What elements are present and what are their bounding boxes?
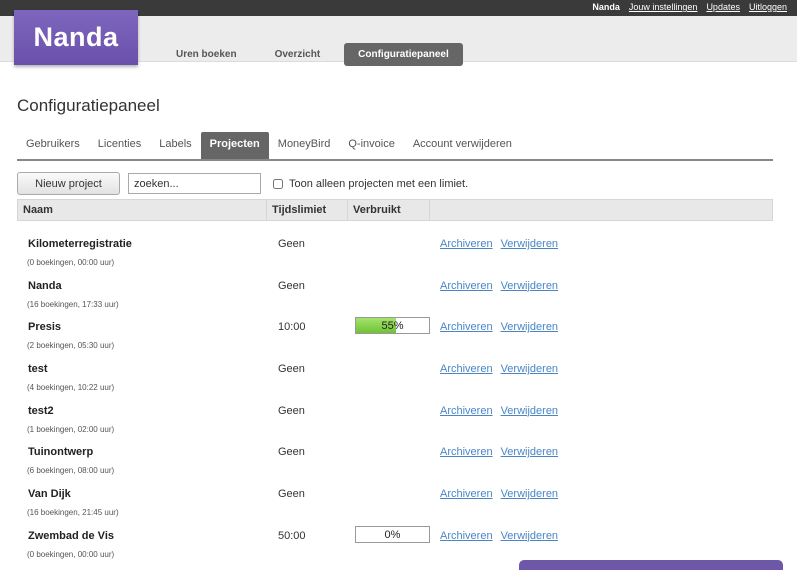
row-actions: Archiveren Verwijderen	[440, 530, 558, 542]
archive-link[interactable]: Archiveren	[440, 446, 493, 458]
tab-gebruikers[interactable]: Gebruikers	[17, 132, 89, 159]
delete-link[interactable]: Verwijderen	[501, 280, 558, 292]
page-title: Configuratiepaneel	[17, 96, 160, 115]
table-row: Zwembad de Vis (0 boekingen, 00:00 uur) 50…	[17, 513, 773, 559]
project-name: Kilometerregistratie	[28, 238, 132, 250]
table-row: Kilometerregistratie (0 boekingen, 00:00 …	[17, 221, 773, 267]
table-row: Tuinontwerp (6 boekingen, 08:00 uur) Geen A…	[17, 429, 773, 475]
archive-link[interactable]: Archiveren	[440, 363, 493, 375]
project-time-limit: 10:00	[278, 321, 306, 334]
column-header-verbruikt: Verbruikt	[348, 200, 430, 220]
projects-table: Naam Tijdslimiet Verbruikt Kilometerregi…	[17, 199, 773, 559]
new-project-button[interactable]: Nieuw project	[17, 172, 120, 195]
archive-link[interactable]: Archiveren	[440, 238, 493, 250]
column-header-actions	[430, 200, 772, 220]
usage-progress-bar: 55%	[355, 317, 430, 335]
project-time-limit: Geen	[278, 404, 305, 417]
link-updates[interactable]: Updates	[706, 2, 740, 12]
usage-progress-bar: 0%	[355, 525, 430, 543]
project-name: test	[28, 363, 48, 376]
tab-bar: Gebruikers Licenties Labels Projecten Mo…	[17, 132, 773, 161]
user-links: Nanda Jouw instellingen Updates Uitlogge…	[592, 2, 787, 12]
toolbar: Nieuw project Toon alleen projecten met …	[17, 172, 468, 195]
archive-link[interactable]: Archiveren	[440, 405, 493, 417]
delete-link[interactable]: Verwijderen	[501, 530, 558, 542]
project-name: Tuinontwerp	[28, 446, 94, 459]
table-header: Naam Tijdslimiet Verbruikt	[17, 199, 773, 221]
nav-overzicht[interactable]: Overzicht	[261, 43, 335, 66]
delete-link[interactable]: Verwijderen	[501, 446, 558, 458]
column-header-naam: Naam	[18, 200, 267, 220]
delete-link[interactable]: Verwijderen	[501, 363, 558, 375]
delete-link[interactable]: Verwijderen	[501, 405, 558, 417]
table-row: test2 (1 boekingen, 02:00 uur) Geen Archive…	[17, 388, 773, 434]
nav-uren-boeken[interactable]: Uren boeken	[162, 43, 251, 66]
delete-link[interactable]: Verwijderen	[501, 321, 558, 333]
search-input[interactable]	[128, 173, 261, 194]
row-actions: Archiveren Verwijderen	[440, 488, 558, 500]
project-time-limit: Geen	[278, 238, 305, 250]
bottom-panel-tab[interactable]	[519, 560, 783, 570]
limit-filter-label[interactable]: Toon alleen projecten met een limiet.	[289, 178, 468, 190]
tab-labels[interactable]: Labels	[150, 132, 200, 159]
archive-link[interactable]: Archiveren	[440, 280, 493, 292]
current-username: Nanda	[592, 2, 620, 12]
row-actions: Archiveren Verwijderen	[440, 280, 558, 292]
tab-account-verwijderen[interactable]: Account verwijderen	[404, 132, 521, 159]
project-time-limit: 50:00	[278, 529, 306, 542]
table-row: Van Dijk (16 boekingen, 21:45 uur) Geen Arc…	[17, 471, 773, 517]
table-row: test (4 boekingen, 10:22 uur) Geen Archiver…	[17, 346, 773, 392]
usage-percentage: 0%	[384, 528, 401, 541]
project-name: Nanda	[28, 279, 62, 292]
project-name: Presis	[28, 321, 62, 334]
project-time-limit: Geen	[278, 488, 305, 501]
project-time-limit: Geen	[278, 446, 305, 459]
tab-moneybird[interactable]: MoneyBird	[269, 132, 340, 159]
archive-link[interactable]: Archiveren	[440, 321, 493, 333]
column-header-tijdslimiet: Tijdslimiet	[267, 200, 348, 220]
row-actions: Archiveren Verwijderen	[440, 238, 558, 250]
tab-projecten[interactable]: Projecten	[200, 132, 269, 159]
project-bookings: (0 boekingen, 00:00 uur)	[27, 549, 115, 559]
project-name: Zwembad de Vis	[28, 529, 114, 542]
tab-q-invoice[interactable]: Q-invoice	[339, 132, 403, 159]
project-time-limit: Geen	[278, 363, 305, 376]
row-actions: Archiveren Verwijderen	[440, 321, 558, 333]
project-name: test2	[28, 404, 54, 417]
tab-licenties[interactable]: Licenties	[89, 132, 150, 159]
nav-configuratiepaneel[interactable]: Configuratiepaneel	[344, 43, 463, 66]
limit-filter-checkbox[interactable]	[273, 178, 283, 189]
archive-link[interactable]: Archiveren	[440, 530, 493, 542]
delete-link[interactable]: Verwijderen	[501, 238, 558, 250]
usage-percentage: 55%	[381, 320, 404, 333]
delete-link[interactable]: Verwijderen	[501, 488, 558, 500]
table-body: Kilometerregistratie (0 boekingen, 00:00 …	[17, 221, 773, 559]
main-nav: Uren boeken Overzicht Configuratiepaneel	[162, 43, 473, 66]
project-time-limit: Geen	[278, 279, 305, 292]
project-name: Van Dijk	[28, 488, 71, 501]
table-row: Nanda (16 boekingen, 17:33 uur) Geen Archiv…	[17, 263, 773, 309]
table-row: Presis (2 boekingen, 05:30 uur) 10:00 55% Ar…	[17, 304, 773, 350]
row-actions: Archiveren Verwijderen	[440, 446, 558, 458]
row-actions: Archiveren Verwijderen	[440, 363, 558, 375]
link-uitloggen[interactable]: Uitloggen	[749, 2, 787, 12]
logo[interactable]: Nanda	[14, 10, 138, 65]
archive-link[interactable]: Archiveren	[440, 488, 493, 500]
row-actions: Archiveren Verwijderen	[440, 405, 558, 417]
link-jouw-instellingen[interactable]: Jouw instellingen	[629, 2, 698, 12]
